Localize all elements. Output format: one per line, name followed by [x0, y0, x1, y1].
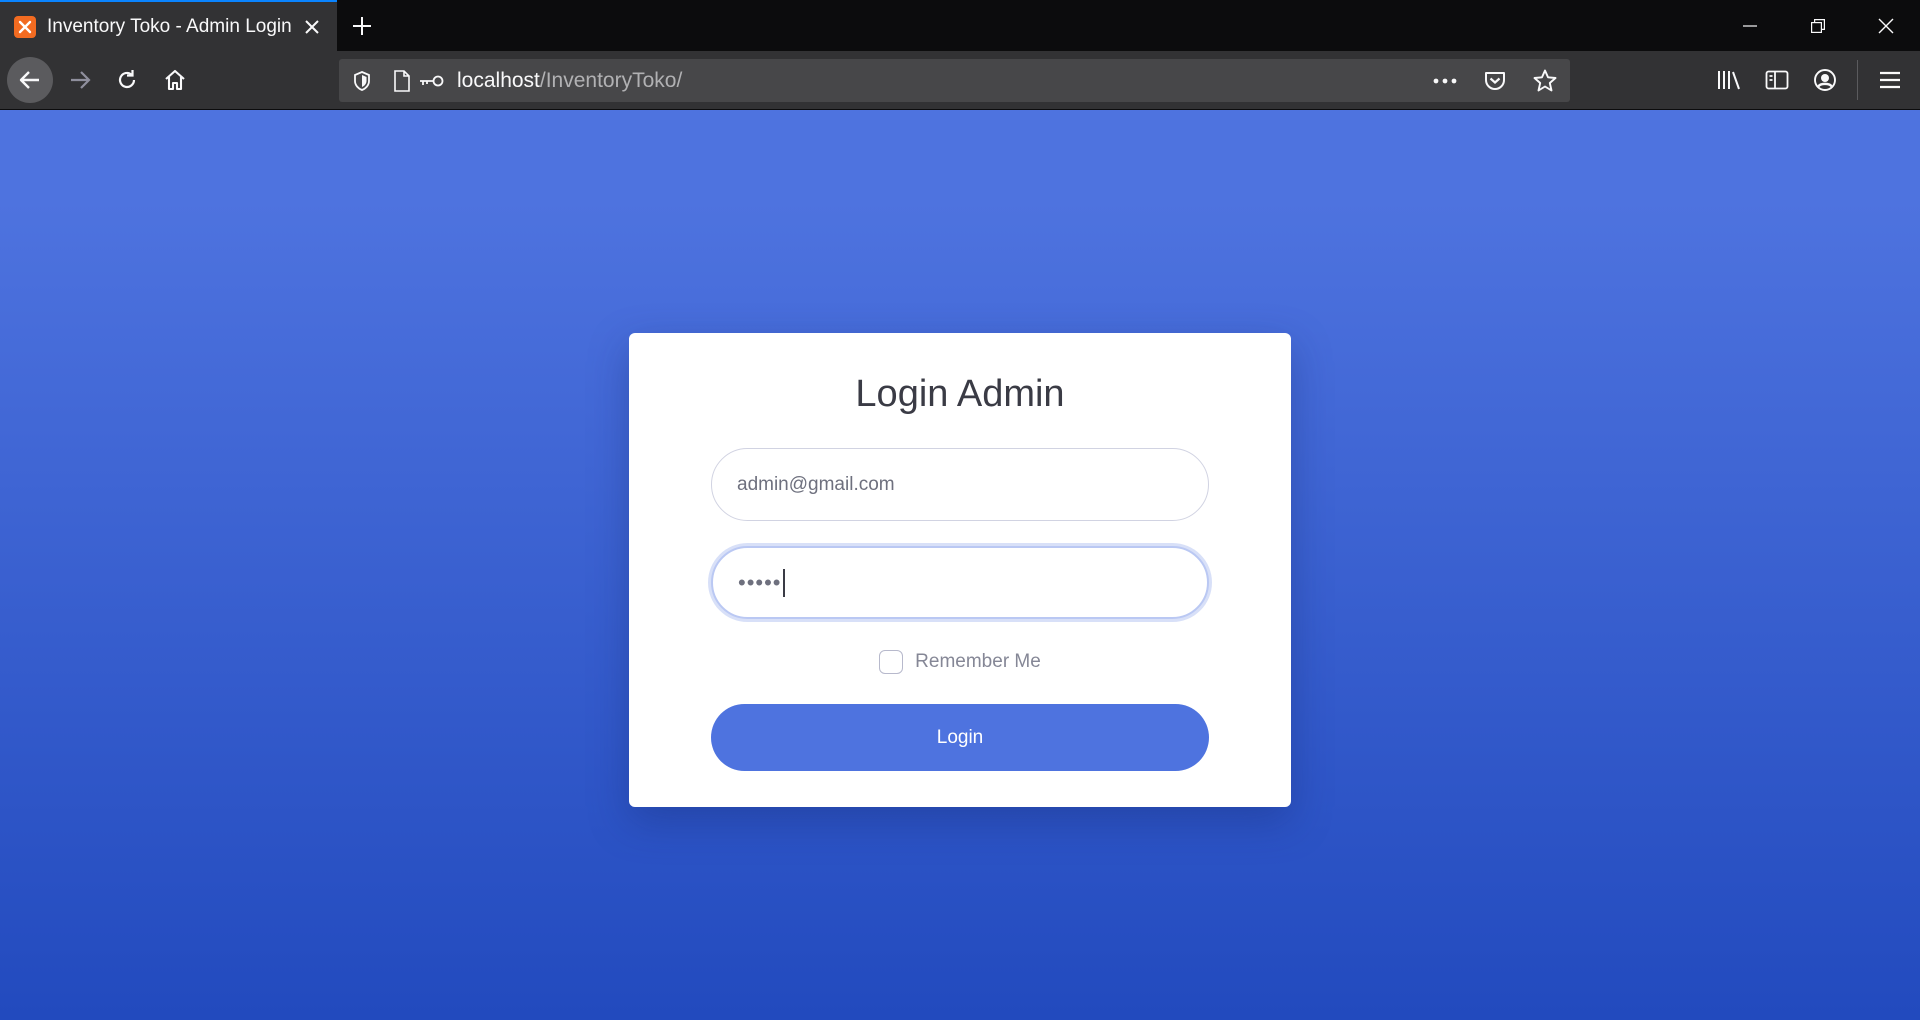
minimize-icon: [1743, 24, 1757, 27]
home-icon: [165, 69, 185, 91]
plus-icon: [353, 16, 371, 35]
remember-me-label[interactable]: Remember Me: [915, 651, 1041, 673]
tab-title: Inventory Toko - Admin Login: [47, 15, 292, 37]
home-button[interactable]: [152, 57, 198, 103]
toolbar-divider: [1857, 60, 1858, 100]
bookmark-star-icon[interactable]: [1530, 66, 1560, 96]
page-title: Login Admin: [855, 373, 1065, 415]
key-icon[interactable]: [417, 66, 447, 96]
window-close-icon: [1878, 18, 1894, 33]
tab-strip: Inventory Toko - Admin Login: [0, 0, 1920, 51]
page-icon[interactable]: [387, 66, 417, 96]
url-path: /InventoryToko/: [539, 68, 683, 92]
back-button[interactable]: [7, 57, 53, 103]
tab-active[interactable]: Inventory Toko - Admin Login: [0, 0, 337, 51]
sidebar-icon[interactable]: [1753, 57, 1801, 103]
pocket-icon[interactable]: [1480, 66, 1510, 96]
forward-arrow-icon: [71, 71, 91, 89]
url-text[interactable]: localhost/InventoryToko/: [457, 69, 1430, 93]
navigation-toolbar: localhost/InventoryToko/: [0, 51, 1920, 110]
restore-icon: [1811, 18, 1825, 33]
reload-button[interactable]: [104, 57, 150, 103]
url-host: localhost: [457, 68, 540, 92]
login-card: Login Admin ••••• Remember Me Login: [629, 333, 1291, 807]
hamburger-menu-icon[interactable]: [1866, 57, 1914, 103]
close-icon[interactable]: [299, 14, 325, 40]
xampp-icon: [14, 15, 36, 38]
url-actions: [1430, 66, 1570, 96]
password-field[interactable]: •••••: [711, 546, 1209, 619]
tabstrip-drag-area[interactable]: [387, 0, 1716, 51]
login-button[interactable]: Login: [711, 704, 1209, 771]
new-tab-button[interactable]: [337, 0, 387, 51]
remember-me-checkbox[interactable]: [879, 650, 904, 674]
page-background: Login Admin ••••• Remember Me Login: [0, 110, 1920, 1020]
url-bar[interactable]: localhost/InventoryToko/: [339, 59, 1570, 102]
password-mask: •••••: [738, 569, 782, 595]
email-field[interactable]: [711, 448, 1209, 521]
more-actions-icon[interactable]: [1430, 66, 1460, 96]
restore-button[interactable]: [1784, 0, 1852, 51]
shield-icon[interactable]: [347, 66, 377, 96]
reload-icon: [118, 70, 136, 89]
window-close-button[interactable]: [1852, 0, 1920, 51]
minimize-button[interactable]: [1716, 0, 1784, 51]
back-arrow-icon: [19, 71, 39, 89]
remember-me-row: Remember Me: [629, 650, 1291, 674]
library-icon[interactable]: [1705, 57, 1753, 103]
forward-button[interactable]: [57, 57, 103, 103]
account-icon[interactable]: [1801, 57, 1849, 103]
text-caret: [782, 568, 785, 597]
toolbar-right: [1705, 51, 1920, 109]
